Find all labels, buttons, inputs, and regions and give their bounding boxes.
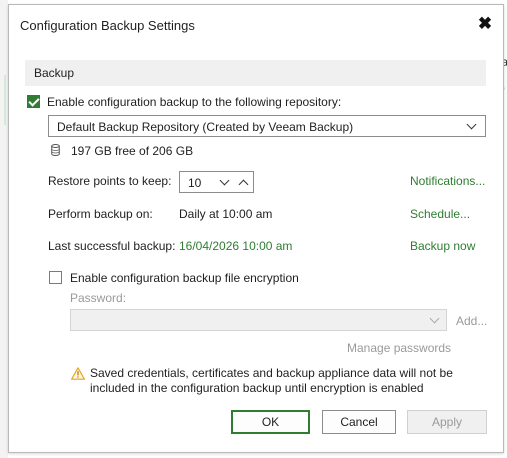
restore-points-stepper[interactable]: 10 — [179, 171, 254, 193]
background-window-edge — [0, 0, 8, 458]
backup-now-link[interactable]: Backup now — [410, 239, 475, 253]
password-label: Password: — [70, 291, 127, 305]
decrement-button[interactable] — [216, 174, 232, 190]
perform-backup-label: Perform backup on: — [48, 207, 153, 221]
enable-backup-checkbox[interactable] — [27, 95, 40, 108]
password-select[interactable] — [70, 309, 447, 331]
add-password-link[interactable]: Add... — [456, 314, 487, 328]
apply-button[interactable]: Apply — [407, 410, 487, 434]
repository-select[interactable]: Default Backup Repository (Created by Ve… — [48, 115, 486, 137]
warning-text-line1: Saved credentials, certificates and back… — [90, 366, 453, 380]
perform-backup-value: Daily at 10:00 am — [179, 207, 273, 221]
backup-section-header: Backup — [25, 60, 486, 86]
manage-passwords-link[interactable]: Manage passwords — [347, 341, 451, 355]
chevron-up-icon — [238, 179, 249, 190]
increment-button[interactable] — [235, 174, 251, 190]
chevron-down-icon — [466, 119, 477, 130]
storage-free-text: 197 GB free of 206 GB — [71, 144, 194, 158]
warning-text-line2: included in the configuration backup unt… — [90, 381, 424, 395]
notifications-link[interactable]: Notifications... — [410, 174, 485, 188]
dialog-title: Configuration Backup Settings — [20, 18, 195, 33]
chevron-down-icon — [429, 313, 440, 324]
chevron-down-icon — [219, 175, 230, 186]
enable-backup-label: Enable configuration backup to the follo… — [47, 95, 342, 109]
last-backup-value: 16/04/2026 10:00 am — [179, 239, 293, 253]
database-icon — [51, 144, 60, 156]
warning-triangle-icon — [71, 367, 85, 380]
enable-encryption-checkbox[interactable] — [49, 271, 62, 284]
restore-points-label: Restore points to keep: — [48, 174, 172, 188]
ok-button[interactable]: OK — [231, 410, 310, 434]
last-backup-label: Last successful backup: — [48, 239, 176, 253]
enable-encryption-label: Enable configuration backup file encrypt… — [70, 271, 299, 285]
restore-points-value: 10 — [188, 176, 202, 190]
close-icon[interactable]: ✖ — [475, 14, 495, 34]
configuration-backup-dialog: Configuration Backup Settings ✖ Backup E… — [8, 4, 504, 453]
section-heading: Backup — [34, 66, 75, 80]
cancel-button[interactable]: Cancel — [322, 410, 396, 434]
repository-selected-value: Default Backup Repository (Created by Ve… — [57, 120, 354, 134]
schedule-link[interactable]: Schedule... — [410, 207, 470, 221]
